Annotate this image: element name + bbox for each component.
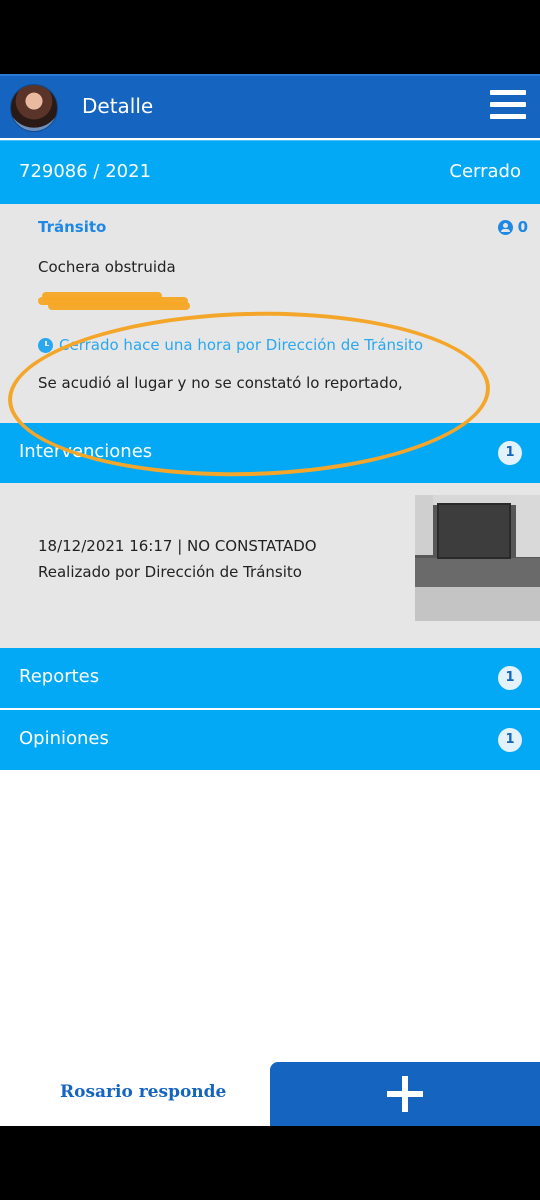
case-header: 729086 / 2021 Cerrado [0,140,540,204]
closed-info-text: Cerrado hace una hora por Dirección de T… [59,336,424,354]
intervention-author: Realizado por Dirección de Tránsito [38,563,302,581]
closed-info: Cerrado hace una hora por Dirección de T… [38,336,423,354]
section-reportes[interactable]: Reportes 1 [0,648,540,708]
app-bar: Detalle [0,74,540,138]
hamburger-icon[interactable] [490,90,528,124]
redaction-scribble [38,290,194,310]
plus-icon [387,1076,423,1112]
count-badge: 1 [498,666,522,690]
user-icon [497,219,513,235]
section-label: Intervenciones [19,441,153,462]
count-badge: 1 [498,441,522,465]
section-label: Reportes [19,666,100,687]
clock-icon [38,337,53,353]
count-badge: 1 [498,728,522,752]
followers-counter[interactable]: 0 [497,218,528,236]
app-screen: Detalle 729086 / 2021 Cerrado Tránsito 0… [0,74,540,1126]
status-badge: Cerrado [449,161,521,182]
section-opiniones[interactable]: Opiniones 1 [0,710,540,770]
case-detail-card: Tránsito 0 Cochera obstruida Cerrado hac… [0,204,540,423]
section-label: Opiniones [19,728,109,749]
category-label: Tránsito [38,218,107,236]
case-description: Se acudió al lugar y no se constató lo r… [38,374,403,392]
brand-link[interactable]: Rosario responde [60,1082,226,1102]
case-number: 729086 / 2021 [19,161,152,182]
intervention-photo[interactable] [415,495,540,621]
intervention-item[interactable]: 18/12/2021 16:17 | NO CONSTATADO Realiza… [0,483,540,648]
section-intervenciones[interactable]: Intervenciones 1 [0,423,540,483]
followers-count: 0 [517,218,528,236]
add-button[interactable] [270,1062,540,1126]
page-title: Detalle [82,94,154,118]
avatar[interactable] [10,84,58,132]
case-subject: Cochera obstruida [38,258,176,276]
intervention-date-status: 18/12/2021 16:17 | NO CONSTATADO [38,537,317,555]
